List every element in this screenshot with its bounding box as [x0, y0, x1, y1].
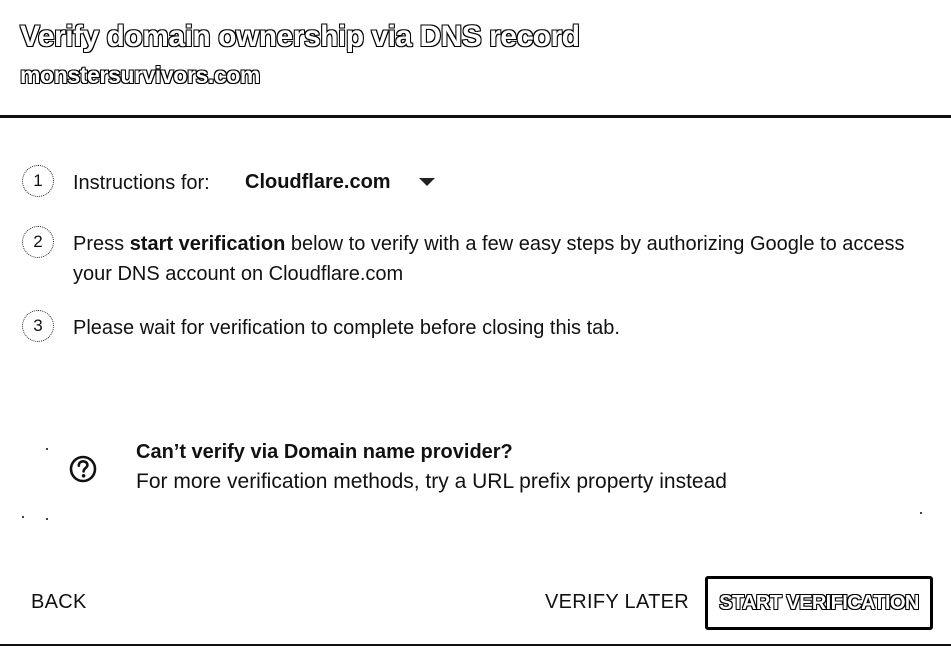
help-description-link[interactable]: For more verification methods, try a URL…	[136, 468, 727, 496]
step-3-text: Please wait for verification to complete…	[73, 317, 620, 339]
dialog-bottom-divider	[0, 644, 951, 646]
instructions-label: Instructions for:	[73, 172, 210, 194]
help-title: Can’t verify via Domain name provider?	[136, 441, 513, 463]
help-box: Can’t verify via Domain name provider? F…	[22, 432, 922, 524]
chevron-down-icon	[419, 178, 435, 186]
help-box-corner	[46, 518, 48, 520]
verify-later-button[interactable]: VERIFY LATER	[545, 587, 689, 617]
domain-name: monstersurvivors.com	[19, 61, 261, 88]
verify-dns-dialog: Verify domain ownership via DNS record m…	[0, 0, 951, 648]
start-verification-button[interactable]: START VERIFICATION	[705, 576, 933, 630]
dns-provider-value: Cloudflare.com	[245, 171, 391, 193]
dialog-title: Verify domain ownership via DNS record	[19, 19, 581, 54]
help-circle-icon	[69, 455, 97, 483]
step-1-label: Instructions for:	[73, 168, 913, 198]
step-2-text-prefix: Press	[73, 233, 130, 255]
dialog-header: Verify domain ownership via DNS record m…	[0, 0, 951, 118]
step-number: 1	[22, 165, 54, 197]
dns-provider-select[interactable]: Cloudflare.com	[243, 168, 443, 196]
back-button[interactable]: BACK	[31, 587, 87, 617]
step-number: 3	[22, 310, 54, 342]
step-number: 2	[22, 226, 54, 258]
step-2-text: Press start verification below to verify…	[73, 229, 913, 289]
help-box-corner	[920, 512, 922, 514]
step-2-text-bold: start verification	[129, 233, 286, 255]
help-box-corner	[22, 516, 24, 518]
help-box-corner	[46, 448, 48, 450]
